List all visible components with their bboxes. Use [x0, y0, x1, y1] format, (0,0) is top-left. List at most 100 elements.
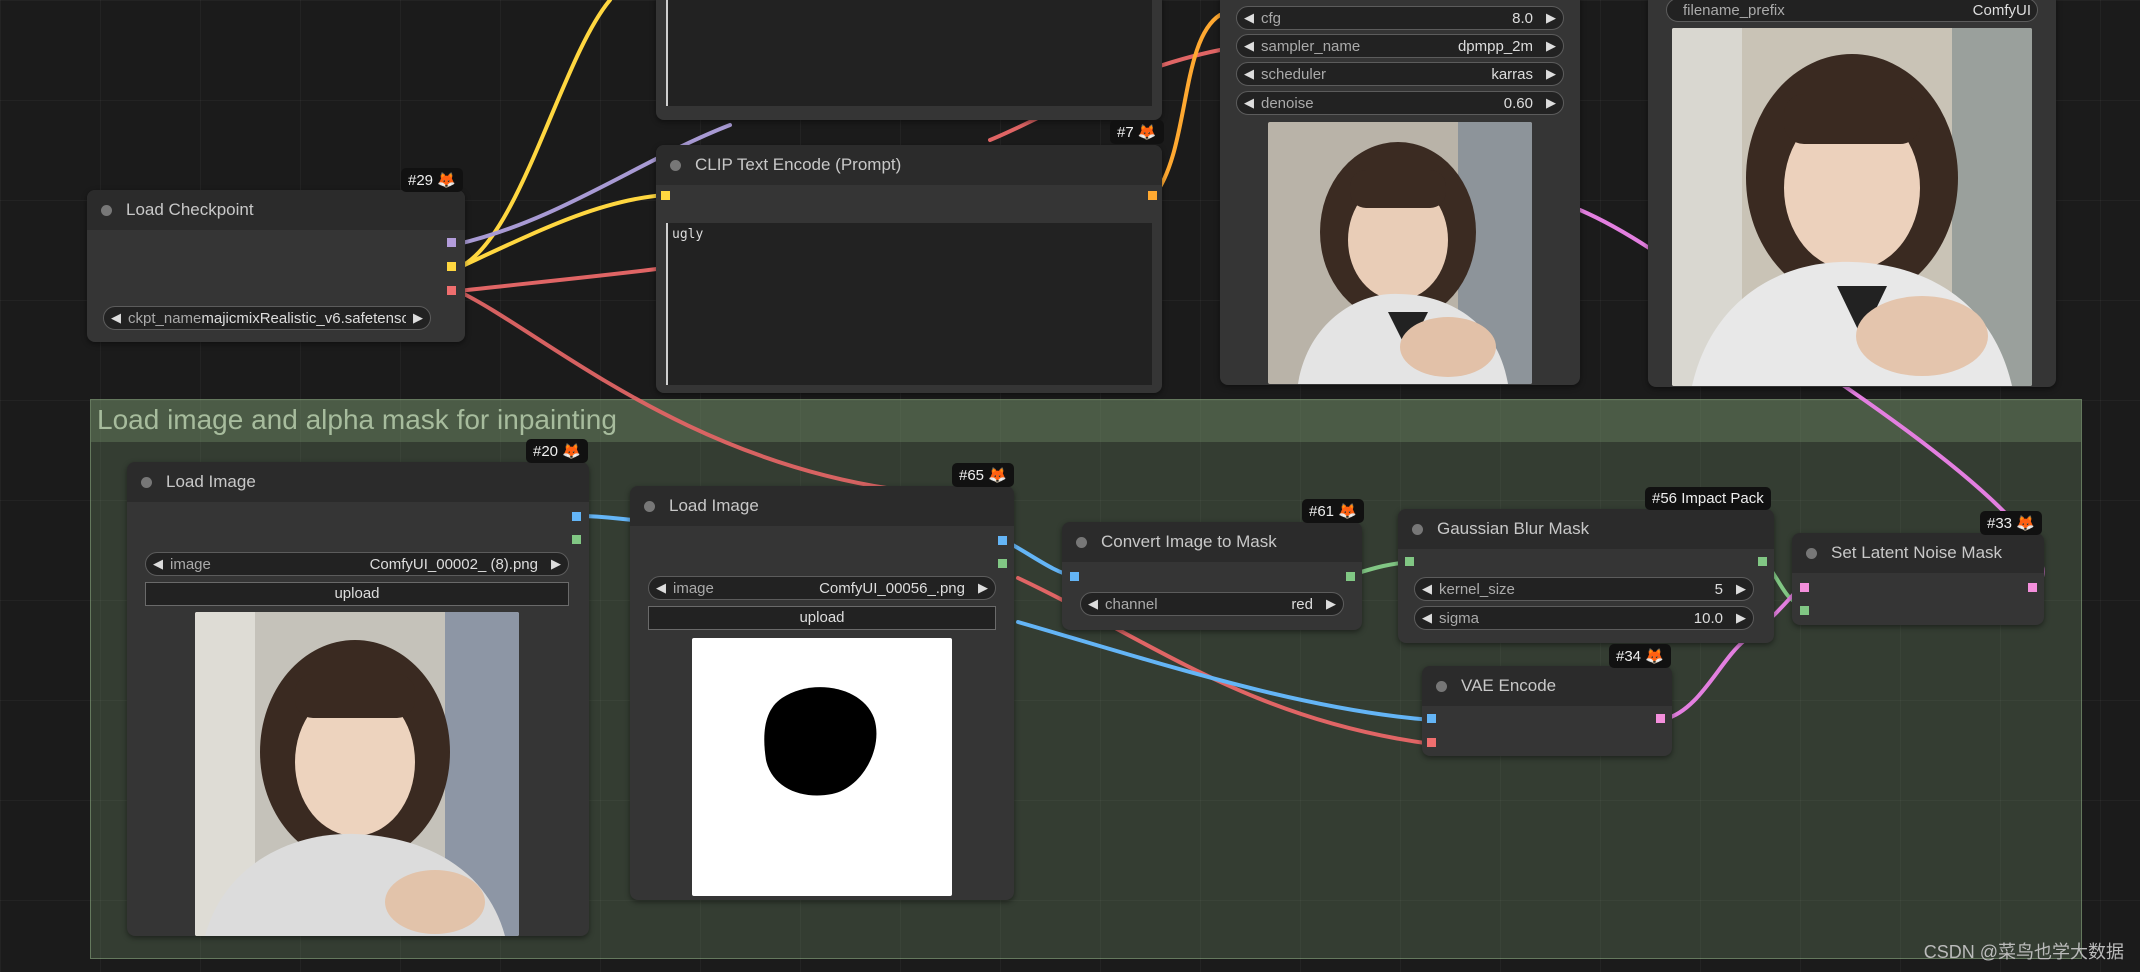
wire-conditioning [1152, 13, 1222, 198]
node-title: Load Checkpoint [126, 200, 254, 219]
wire-vae-1 [456, 266, 667, 293]
arrow-right-icon[interactable]: ▶ [544, 556, 568, 572]
wire-model-2 [456, 193, 667, 270]
samples-input-port[interactable] [1800, 583, 1809, 592]
node-canvas[interactable]: Load image and alpha mask for inpainting [0, 0, 2140, 972]
upload-button[interactable]: upload [145, 582, 569, 606]
gaussian-blur-mask-node[interactable]: Gaussian Blur Mask ◀ kernel_size 5 ▶ ◀ s… [1398, 509, 1774, 643]
arrow-right-icon[interactable]: ▶ [1319, 596, 1343, 612]
clip-text-encode-node[interactable]: CLIP Text Encode (Prompt) ugly [656, 145, 1162, 393]
sigma-widget[interactable]: ◀ sigma 10.0 ▶ [1414, 606, 1754, 630]
convert-image-to-mask-node[interactable]: Convert Image to Mask ◀ channel red ▶ [1062, 522, 1362, 630]
pixels-input-port[interactable] [1427, 714, 1436, 723]
filename-prefix-widget[interactable]: filename_prefix ComfyUI [1666, 0, 2038, 22]
arrow-left-icon[interactable]: ◀ [146, 556, 170, 572]
clip-text-node-top[interactable] [656, 0, 1162, 120]
output-image [1672, 28, 2032, 386]
collapse-dot-icon[interactable] [1436, 680, 1447, 692]
arrow-left-icon[interactable]: ◀ [1237, 10, 1261, 26]
mask-output-port[interactable] [1758, 557, 1767, 566]
node-badge: #20 🦊 [526, 439, 588, 463]
group-title[interactable]: Load image and alpha mask for inpainting [91, 400, 2081, 442]
node-badge: #29 🦊 [401, 168, 463, 192]
node-badge: #7 🦊 [1110, 120, 1164, 144]
node-badge: #65 🦊 [952, 463, 1014, 487]
image-select-widget[interactable]: ◀ image ComfyUI_00002_ (8).png ▶ [145, 552, 569, 576]
clip-output-port[interactable] [447, 238, 456, 247]
arrow-left-icon[interactable]: ◀ [649, 580, 673, 596]
image-output-port[interactable] [572, 512, 581, 521]
arrow-right-icon[interactable]: ▶ [1729, 581, 1753, 597]
arrow-left-icon[interactable]: ◀ [1237, 38, 1261, 54]
kernel-size-widget[interactable]: ◀ kernel_size 5 ▶ [1414, 577, 1754, 601]
image-output-port[interactable] [998, 536, 1007, 545]
mask-input-port[interactable] [1800, 606, 1809, 615]
wire-model-1 [456, 0, 612, 270]
node-title: Load Image [166, 472, 256, 491]
node-title: CLIP Text Encode (Prompt) [695, 155, 902, 174]
image-select-widget[interactable]: ◀ image ComfyUI_00056_.png ▶ [648, 576, 996, 600]
denoise-widget[interactable]: ◀ denoise 0.60 ▶ [1236, 91, 1564, 115]
arrow-right-icon[interactable]: ▶ [1539, 38, 1563, 54]
collapse-dot-icon[interactable] [644, 500, 655, 512]
node-badge: #34 🦊 [1609, 644, 1671, 668]
watermark: CSDN @菜鸟也学大数据 [1923, 942, 2124, 962]
node-title: Set Latent Noise Mask [1831, 543, 2003, 562]
arrow-left-icon[interactable]: ◀ [1237, 66, 1261, 82]
arrow-right-icon[interactable]: ▶ [406, 310, 430, 326]
clip-input-port[interactable] [661, 191, 670, 200]
conditioning-output-port[interactable] [1148, 191, 1157, 200]
collapse-dot-icon[interactable] [1806, 547, 1817, 559]
load-checkpoint-node[interactable]: Load Checkpoint ◀ ckpt_name majicmixReal… [87, 190, 465, 342]
load-image-node-20[interactable]: Load Image ◀ image ComfyUI_00002_ (8).pn… [127, 462, 589, 936]
collapse-dot-icon[interactable] [141, 476, 152, 488]
node-badge: #61 🦊 [1302, 499, 1364, 523]
arrow-left-icon[interactable]: ◀ [1415, 610, 1439, 626]
set-latent-noise-mask-node[interactable]: Set Latent Noise Mask [1792, 533, 2044, 625]
arrow-right-icon[interactable]: ▶ [971, 580, 995, 596]
collapse-dot-icon[interactable] [101, 204, 112, 216]
collapse-dot-icon[interactable] [1412, 523, 1423, 535]
loaded-image-preview [195, 612, 519, 936]
mask-output-port[interactable] [998, 559, 1007, 568]
latent-output-port[interactable] [1656, 714, 1665, 723]
arrow-left-icon[interactable]: ◀ [1415, 581, 1439, 597]
mask-image-preview [692, 638, 952, 896]
save-image-node[interactable]: filename_prefix ComfyUI [1648, 0, 2056, 387]
mask-output-port[interactable] [1346, 572, 1355, 581]
arrow-right-icon[interactable]: ▶ [1539, 10, 1563, 26]
vae-output-port[interactable] [447, 286, 456, 295]
node-title: Load Image [669, 496, 759, 515]
image-input-port[interactable] [1070, 572, 1079, 581]
collapse-dot-icon[interactable] [1076, 536, 1087, 548]
arrow-left-icon[interactable]: ◀ [104, 310, 128, 326]
model-output-port[interactable] [447, 262, 456, 271]
arrow-right-icon[interactable]: ▶ [1539, 95, 1563, 111]
latent-output-port[interactable] [2028, 583, 2037, 592]
mask-input-port[interactable] [1405, 557, 1414, 566]
node-badge: #56 Impact Pack [1645, 487, 1771, 510]
vae-encode-node[interactable]: VAE Encode [1422, 666, 1672, 756]
arrow-left-icon[interactable]: ◀ [1237, 95, 1261, 111]
node-title: Convert Image to Mask [1101, 532, 1277, 551]
scheduler-widget[interactable]: ◀ scheduler karras ▶ [1236, 62, 1564, 86]
vae-input-port[interactable] [1427, 738, 1436, 747]
channel-widget[interactable]: ◀ channel red ▶ [1080, 592, 1344, 616]
arrow-right-icon[interactable]: ▶ [1729, 610, 1753, 626]
load-image-node-65[interactable]: Load Image ◀ image ComfyUI_00056_.png ▶ … [630, 486, 1014, 900]
ksampler-node[interactable]: ◀ cfg 8.0 ▶ ◀ sampler_name dpmpp_2m ▶ ◀ … [1220, 0, 1580, 385]
mask-output-port[interactable] [572, 535, 581, 544]
preview-image [1268, 122, 1532, 384]
upload-button[interactable]: upload [648, 606, 996, 630]
prompt-textarea[interactable]: ugly [666, 223, 1152, 385]
collapse-dot-icon[interactable] [670, 159, 681, 171]
node-title: VAE Encode [1461, 676, 1557, 695]
cfg-widget[interactable]: ◀ cfg 8.0 ▶ [1236, 6, 1564, 30]
node-badge: #33 🦊 [1980, 511, 2042, 535]
sampler-name-widget[interactable]: ◀ sampler_name dpmpp_2m ▶ [1236, 34, 1564, 58]
ckpt-name-widget[interactable]: ◀ ckpt_name majicmixRealistic_v6.safeten… [103, 306, 431, 330]
node-title: Gaussian Blur Mask [1437, 519, 1590, 538]
arrow-left-icon[interactable]: ◀ [1081, 596, 1105, 612]
arrow-right-icon[interactable]: ▶ [1539, 66, 1563, 82]
prompt-textarea[interactable] [666, 0, 1152, 106]
